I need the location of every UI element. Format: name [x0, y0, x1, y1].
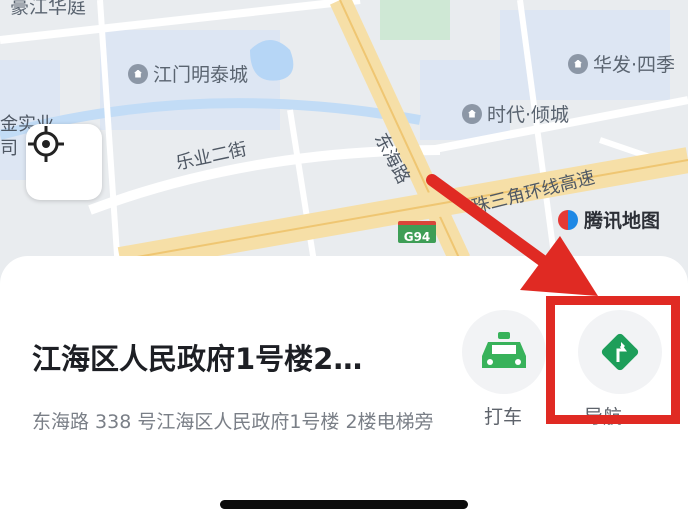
place-address: 东海路 338 号江海区人民政府1号楼 2楼电梯旁 [32, 411, 434, 433]
taxi-icon [482, 332, 526, 368]
locate-crosshair-icon [28, 126, 64, 162]
poi-pin-icon [568, 53, 588, 74]
place-title: 江海区人民政府1号楼2… [32, 342, 363, 376]
map-view[interactable]: 豪江华庭 江门明泰城 华发·四季 时代·倾城 金实业 司 东海路 乐业二街 珠三… [0, 0, 688, 300]
tencent-map-logo-icon [558, 209, 578, 230]
poi-mingtaicheng[interactable]: 江门明泰城 [128, 60, 248, 87]
taxi-label: 打车 [484, 406, 523, 428]
locate-button[interactable] [26, 124, 102, 200]
highway-shield: G94 [398, 221, 436, 244]
map-brand: 腾讯地图 [558, 206, 660, 233]
poi-haojiang[interactable]: 豪江华庭 [10, 0, 86, 19]
map-background [0, 0, 688, 300]
taxi-button[interactable] [462, 310, 546, 394]
poi-si: 司 [0, 138, 18, 159]
poi-pin-icon [128, 63, 148, 84]
poi-pin-icon [462, 103, 482, 124]
home-indicator[interactable] [220, 500, 468, 509]
poi-shidai[interactable]: 时代·倾城 [462, 100, 569, 127]
annotation-highlight-box [546, 296, 680, 424]
poi-huafa[interactable]: 华发·四季 [568, 50, 675, 77]
